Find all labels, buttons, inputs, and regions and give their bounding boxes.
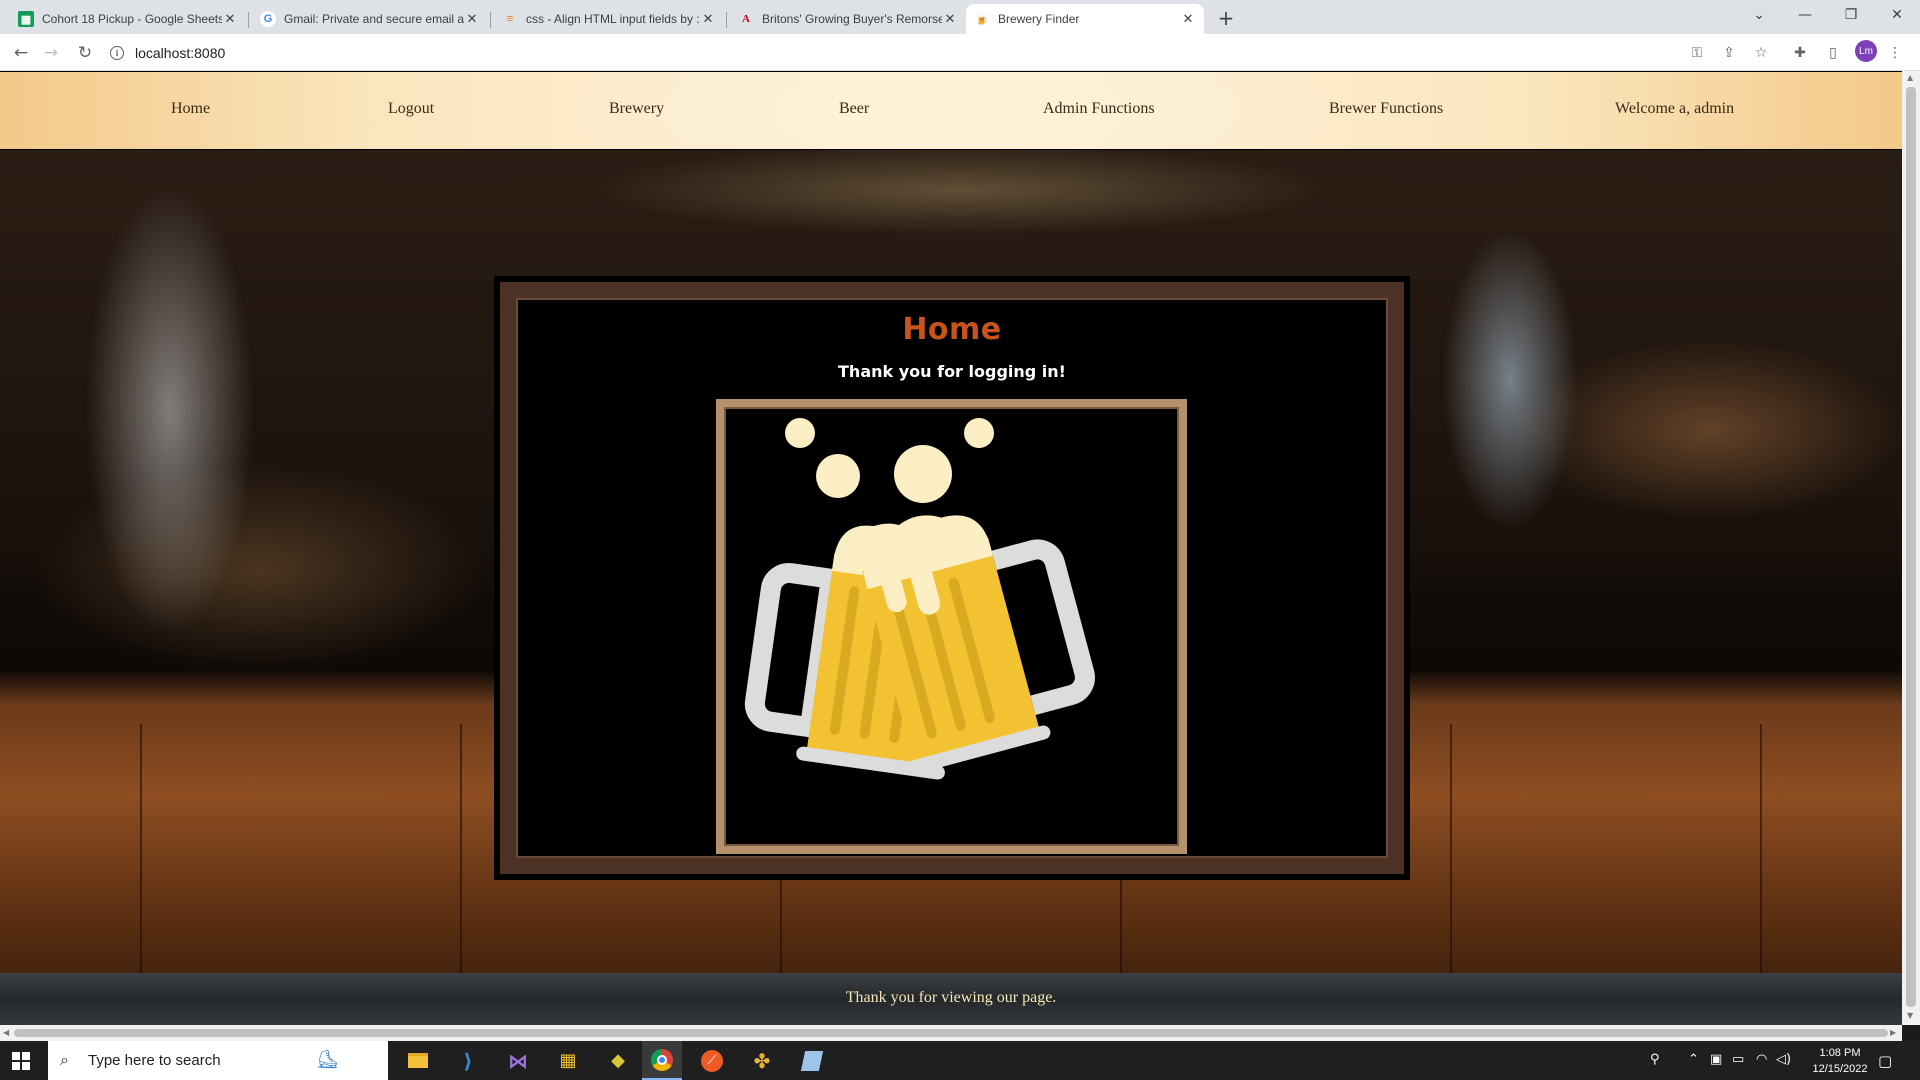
scroll-left-icon[interactable]: ◀ bbox=[3, 1028, 9, 1037]
back-icon[interactable]: ← bbox=[9, 41, 33, 65]
tab-search-icon[interactable]: ⌄ bbox=[1736, 0, 1782, 30]
slack-icon[interactable]: ✤ bbox=[742, 1041, 782, 1080]
vscode-icon[interactable]: ⟩ bbox=[448, 1041, 488, 1080]
sheets-icon: ▦ bbox=[18, 11, 34, 27]
address-bar[interactable]: i localhost:8080 bbox=[110, 40, 1694, 66]
nav-logout[interactable]: Logout bbox=[388, 100, 434, 118]
info-icon[interactable]: i bbox=[110, 46, 124, 60]
main-navbar: Home Logout Brewery Beer Admin Functions… bbox=[0, 71, 1902, 150]
nav-admin-functions[interactable]: Admin Functions bbox=[1043, 100, 1155, 118]
forward-icon[interactable]: → bbox=[39, 41, 63, 65]
tab-title: Gmail: Private and secure email at no co… bbox=[284, 12, 464, 26]
key-icon[interactable]: ⚿ bbox=[1686, 42, 1708, 64]
close-icon[interactable]: ✕ bbox=[1180, 11, 1196, 27]
chrome-icon[interactable] bbox=[642, 1041, 682, 1080]
star-icon[interactable]: ☆ bbox=[1750, 42, 1772, 64]
page-viewport: Home Logout Brewery Beer Admin Functions… bbox=[0, 71, 1902, 1025]
tab-separator bbox=[490, 12, 491, 28]
device-icon[interactable]: ▣ bbox=[1710, 1052, 1722, 1067]
tab-separator bbox=[726, 12, 727, 28]
tab-title: css - Align HTML input fields by : bbox=[526, 12, 700, 26]
clock-date: 12/15/2022 bbox=[1812, 1063, 1868, 1075]
google-icon: G bbox=[260, 11, 276, 27]
close-icon[interactable]: ✕ bbox=[464, 11, 480, 27]
tab-strip: ▦ Cohort 18 Pickup - Google Sheets ✕ G G… bbox=[0, 0, 1920, 34]
restore-icon[interactable]: ❐ bbox=[1828, 0, 1874, 30]
nav-welcome-user[interactable]: Welcome a, admin bbox=[1615, 100, 1734, 118]
horizontal-scrollbar[interactable]: ◀ ▶ bbox=[0, 1025, 1902, 1041]
tab-gmail[interactable]: G Gmail: Private and secure email at no … bbox=[252, 4, 488, 34]
taskbar-search-placeholder: Type here to search bbox=[88, 1052, 221, 1069]
home-card: Home Thank you for logging in! bbox=[500, 282, 1404, 874]
page-footer: Thank you for viewing our page. bbox=[0, 973, 1902, 1025]
nav-brewer-functions[interactable]: Brewer Functions bbox=[1329, 100, 1443, 118]
taskbar-search-box[interactable]: ⌕ Type here to search ⛸ bbox=[48, 1041, 388, 1080]
side-panel-icon[interactable]: ▯ bbox=[1822, 42, 1844, 64]
nav-beer[interactable]: Beer bbox=[839, 100, 869, 118]
volume-icon[interactable]: ◁) bbox=[1776, 1052, 1791, 1067]
tab-google-sheets[interactable]: ▦ Cohort 18 Pickup - Google Sheets ✕ bbox=[10, 4, 246, 34]
minimize-icon[interactable]: — bbox=[1782, 0, 1828, 30]
tab-atlantic[interactable]: A Britons' Growing Buyer's Remorse ✕ bbox=[730, 4, 966, 34]
url-text: localhost:8080 bbox=[135, 45, 226, 61]
horizontal-scroll-thumb[interactable] bbox=[14, 1029, 1888, 1037]
nav-brewery[interactable]: Brewery bbox=[609, 100, 664, 118]
search-icon: ⌕ bbox=[60, 1050, 69, 1069]
vertical-scroll-thumb[interactable] bbox=[1906, 87, 1916, 1007]
close-icon[interactable]: ✕ bbox=[942, 11, 958, 27]
sheets-app-icon[interactable]: ▦ bbox=[548, 1041, 588, 1080]
tab-stackoverflow[interactable]: ≡ css - Align HTML input fields by : ✕ bbox=[494, 4, 724, 34]
file-explorer-icon[interactable] bbox=[398, 1041, 438, 1080]
tab-separator bbox=[248, 12, 249, 28]
tab-title: Cohort 18 Pickup - Google Sheets bbox=[42, 12, 222, 26]
postman-icon[interactable]: ⟋ bbox=[692, 1041, 732, 1080]
search-highlight-icon: ⛸ bbox=[316, 1049, 339, 1070]
notifications-icon[interactable]: ▢ bbox=[1878, 1052, 1892, 1070]
menu-icon[interactable]: ⋮ bbox=[1884, 42, 1906, 64]
close-icon[interactable]: ✕ bbox=[700, 11, 716, 27]
share-icon[interactable]: ⇪ bbox=[1718, 42, 1740, 64]
clinking-beer-mugs-icon bbox=[744, 418, 1095, 780]
extensions-icon[interactable]: ✚ bbox=[1789, 42, 1811, 64]
scroll-right-icon[interactable]: ▶ bbox=[1890, 1028, 1896, 1037]
visual-studio-icon[interactable]: ⋈ bbox=[498, 1041, 538, 1080]
clock-time: 1:08 PM bbox=[1819, 1047, 1861, 1059]
nav-home[interactable]: Home bbox=[171, 100, 210, 118]
login-message: Thank you for logging in! bbox=[838, 362, 1066, 381]
window-close-icon[interactable]: ✕ bbox=[1874, 0, 1920, 30]
windows-taskbar: ⌕ Type here to search ⛸ ⟩ ⋈ ▦ ◆ ⟋ ✤ ⚲ ⌃ … bbox=[0, 1041, 1920, 1080]
git-icon[interactable]: ◆ bbox=[598, 1041, 638, 1080]
stackoverflow-icon: ≡ bbox=[506, 13, 514, 25]
browser-toolbar: ← → ↻ i localhost:8080 ⚿ ⇪ ☆ ✚ ▯ ⋮ bbox=[0, 34, 1920, 71]
page-title: Home bbox=[902, 312, 1002, 347]
show-hidden-icons-icon[interactable]: ⌃ bbox=[1688, 1052, 1699, 1067]
vertical-scrollbar[interactable]: ▲ ▼ bbox=[1902, 71, 1920, 1025]
notes-app-icon[interactable] bbox=[792, 1041, 832, 1080]
new-tab-button[interactable]: + bbox=[1214, 6, 1238, 30]
profile-avatar[interactable]: Lm bbox=[1855, 40, 1877, 62]
people-icon[interactable]: ⚲ bbox=[1650, 1052, 1660, 1067]
close-icon[interactable]: ✕ bbox=[222, 11, 238, 27]
wifi-icon[interactable]: ◠ bbox=[1756, 1052, 1767, 1067]
taskbar-clock[interactable]: 1:08 PM 12/15/2022 bbox=[1800, 1045, 1880, 1077]
beer-image-frame bbox=[716, 399, 1187, 854]
tab-title: Britons' Growing Buyer's Remorse bbox=[762, 12, 942, 26]
footer-message: Thank you for viewing our page. bbox=[845, 989, 1057, 1006]
tab-brewery-finder[interactable]: 🍺 Brewery Finder ✕ bbox=[966, 4, 1204, 34]
scroll-up-icon[interactable]: ▲ bbox=[1907, 73, 1913, 82]
beer-icon: 🍺 bbox=[975, 13, 989, 26]
atlantic-icon: A bbox=[742, 13, 750, 25]
scroll-down-icon[interactable]: ▼ bbox=[1907, 1011, 1913, 1020]
battery-icon[interactable]: ▭ bbox=[1732, 1052, 1744, 1067]
windows-start-icon[interactable] bbox=[12, 1052, 30, 1070]
tab-title: Brewery Finder bbox=[998, 12, 1080, 26]
reload-icon[interactable]: ↻ bbox=[73, 41, 97, 65]
